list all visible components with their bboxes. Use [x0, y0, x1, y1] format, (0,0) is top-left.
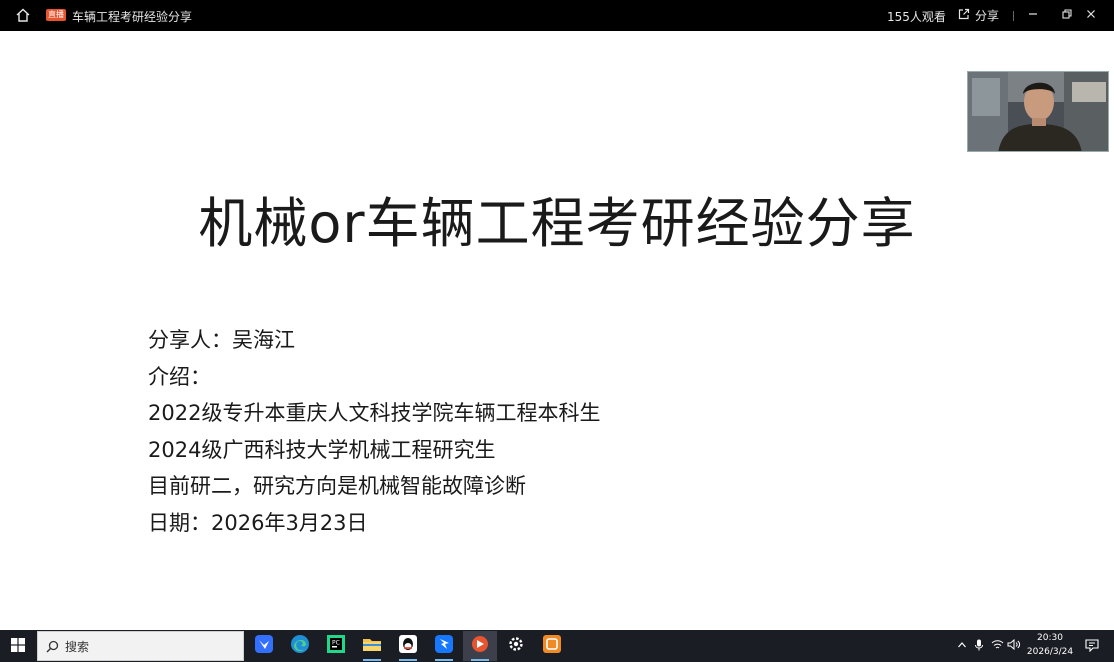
settings-icon — [507, 635, 525, 657]
close-button[interactable] — [1080, 4, 1102, 26]
restore-button[interactable] — [1056, 4, 1078, 26]
chevron-up-icon — [957, 640, 967, 653]
windows-icon — [11, 637, 25, 656]
start-button[interactable] — [0, 630, 36, 662]
titlebar-divider — [1013, 11, 1014, 21]
search-icon — [46, 640, 59, 653]
pycharm-icon: PC — [326, 634, 346, 658]
viewer-count: 155人观看 — [887, 10, 946, 24]
slide-title: 机械or车辆工程考研经验分享 — [198, 192, 916, 255]
running-indicator — [363, 659, 381, 661]
slide-line-undergrad: 2022级专升本重庆人文科技学院车辆工程本科生 — [148, 401, 601, 425]
pycharm-app-button[interactable]: PC — [319, 631, 353, 661]
webcam-video[interactable] — [967, 71, 1109, 152]
dingtalk-app-button[interactable] — [427, 631, 461, 661]
file-explorer-icon — [362, 634, 382, 658]
notes-app-button[interactable] — [535, 631, 569, 661]
settings-app-button[interactable] — [499, 631, 533, 661]
shared-slide: 机械or车辆工程考研经验分享 分享人：吴海江 介绍： 2022级专升本重庆人文科… — [0, 31, 1114, 630]
edge-app-button[interactable] — [283, 631, 317, 661]
slide-line-intro: 介绍： — [148, 364, 211, 389]
wifi-icon — [991, 639, 1004, 653]
feishu-icon — [254, 634, 274, 658]
running-indicator — [471, 659, 489, 661]
minimize-button[interactable] — [1022, 4, 1044, 26]
speaker-icon — [1007, 638, 1021, 653]
slide-body: 分享人：吴海江 介绍： 2022级专升本重庆人文科技学院车辆工程本科生 2024… — [148, 322, 600, 541]
taskbar-clock[interactable]: 20:30 2026/3/24 — [1026, 631, 1074, 659]
notification-icon — [1085, 637, 1099, 656]
qq-app-button[interactable] — [391, 631, 425, 661]
home-icon[interactable] — [14, 7, 32, 23]
share-label: 分享 — [975, 8, 1000, 23]
feishu-app-button[interactable] — [247, 631, 281, 661]
svg-text:PC: PC — [332, 640, 340, 647]
clock-date: 2026/3/24 — [1026, 647, 1074, 657]
live-app-button[interactable] — [463, 631, 497, 661]
running-indicator — [399, 659, 417, 661]
edge-icon — [290, 634, 310, 658]
network-tray-button[interactable] — [989, 630, 1005, 662]
close-icon — [1085, 8, 1097, 23]
slide-line-research: 目前研二，研究方向是机械智能故障诊断 — [148, 474, 526, 498]
microphone-tray-button[interactable] — [972, 630, 986, 662]
tray-overflow-button[interactable] — [955, 630, 969, 662]
live-badge: 直播 — [46, 9, 66, 21]
restore-icon — [1061, 8, 1073, 23]
notes-app-icon — [542, 634, 562, 658]
file-explorer-app-button[interactable] — [355, 631, 389, 661]
slide-line-date: 日期：2026年3月23日 — [148, 510, 368, 535]
share-button[interactable]: 分享 — [958, 4, 999, 26]
title-bar: 直播 车辆工程考研经验分享 155人观看 分享 — [0, 0, 1114, 31]
share-icon — [958, 8, 970, 23]
live-app-icon — [470, 634, 490, 658]
running-indicator — [435, 659, 453, 661]
clock-time: 20:30 — [1037, 633, 1063, 643]
minimize-icon — [1027, 8, 1039, 23]
notification-center-button[interactable] — [1082, 635, 1102, 657]
qq-icon — [398, 634, 418, 658]
dingtalk-icon — [434, 634, 454, 658]
presenter-video-frame — [968, 72, 1108, 151]
volume-tray-button[interactable] — [1006, 630, 1022, 662]
search-placeholder: 搜索 — [65, 639, 90, 654]
taskbar: 搜索 PC 20:30 2026/3/24 — [0, 630, 1114, 662]
slide-line-presenter: 分享人：吴海江 — [148, 328, 295, 352]
slide-line-graduate: 2024级广西科技大学机械工程研究生 — [148, 437, 496, 462]
microphone-icon — [974, 639, 984, 654]
taskbar-search-box[interactable]: 搜索 — [37, 631, 244, 661]
window-title: 车辆工程考研经验分享 — [72, 10, 193, 24]
